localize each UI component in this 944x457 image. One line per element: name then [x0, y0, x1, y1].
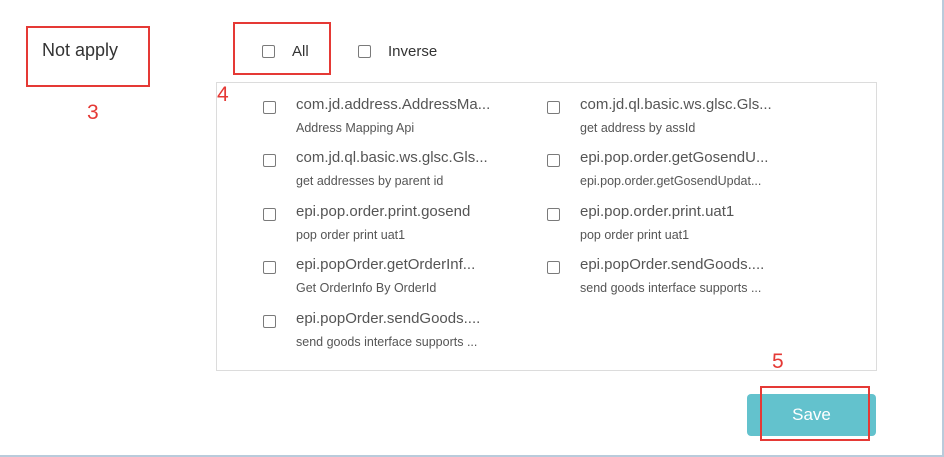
api-item-checkbox[interactable] [263, 315, 276, 328]
api-item-name: epi.popOrder.sendGoods.... [296, 310, 481, 327]
api-item-name: epi.popOrder.getOrderInf... [296, 256, 476, 273]
annotation-number-3: 3 [87, 101, 99, 124]
api-item-checkbox[interactable] [263, 261, 276, 274]
api-item-name: epi.pop.order.getGosendU... [580, 149, 769, 166]
api-item-checkbox[interactable] [263, 154, 276, 167]
api-item-name: com.jd.ql.basic.ws.glsc.Gls... [580, 96, 772, 113]
api-item-checkbox[interactable] [263, 208, 276, 221]
api-item-description: pop order print uat1 [580, 228, 690, 242]
api-item-description: get address by assId [580, 121, 696, 135]
api-item-checkbox[interactable] [547, 154, 560, 167]
annotation-box-5 [760, 386, 870, 441]
api-item-checkbox[interactable] [547, 101, 560, 114]
api-item-description: send goods interface supports ... [296, 335, 478, 349]
api-item-name: com.jd.address.AddressMa... [296, 96, 491, 113]
annotation-box-4 [233, 22, 331, 75]
api-item-name: epi.popOrder.sendGoods.... [580, 256, 765, 273]
annotation-number-5: 5 [772, 350, 784, 373]
api-item-name: com.jd.ql.basic.ws.glsc.Gls... [296, 149, 488, 166]
api-item-checkbox[interactable] [547, 208, 560, 221]
api-item-description: send goods interface supports ... [580, 281, 762, 295]
select-inverse-checkbox[interactable]: Inverse [358, 43, 437, 60]
annotation-box-3 [26, 26, 150, 87]
api-item-checkbox[interactable] [263, 101, 276, 114]
api-item-description: Get OrderInfo By OrderId [296, 281, 437, 295]
api-item-description: epi.pop.order.getGosendUpdat... [580, 174, 762, 188]
api-item-name: epi.pop.order.print.gosend [296, 203, 471, 220]
select-inverse-label: Inverse [388, 43, 438, 60]
select-inverse-checkbox-box[interactable] [358, 45, 371, 58]
annotation-number-4: 4 [217, 83, 229, 106]
api-item-description: get addresses by parent id [296, 174, 444, 188]
api-item-description: pop order print uat1 [296, 228, 406, 242]
api-item-description: Address Mapping Api [296, 121, 415, 135]
api-item-name: epi.pop.order.print.uat1 [580, 203, 735, 220]
api-item-checkbox[interactable] [547, 261, 560, 274]
